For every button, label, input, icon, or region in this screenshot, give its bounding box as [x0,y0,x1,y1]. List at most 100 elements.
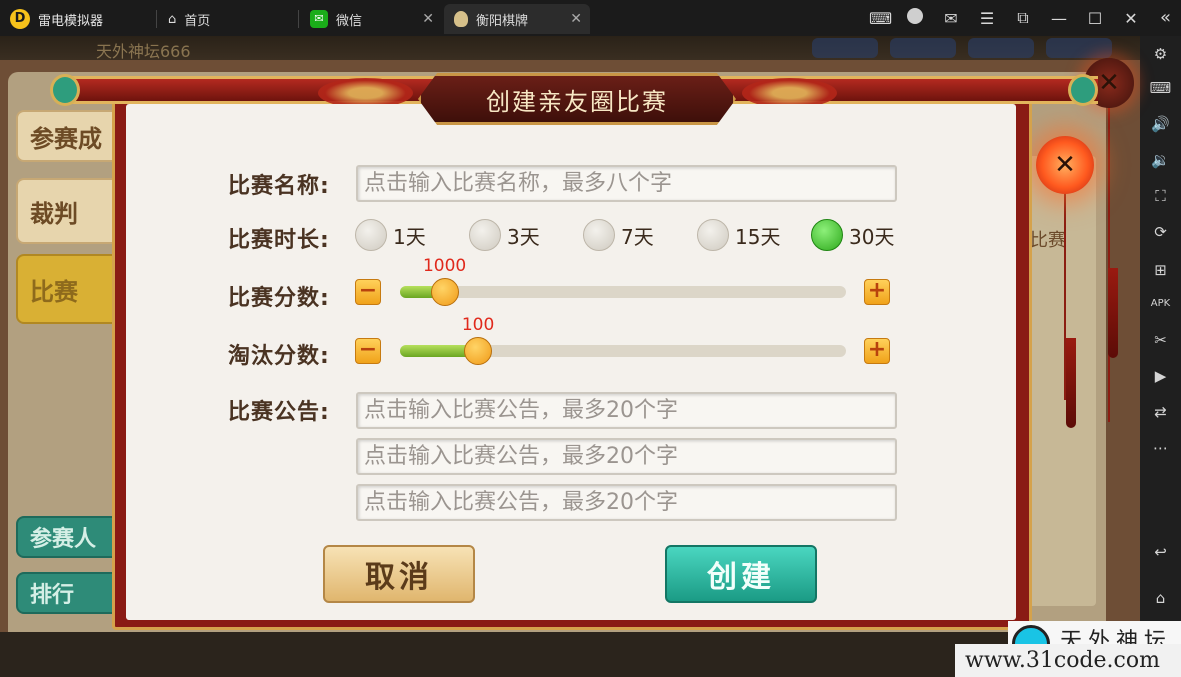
volume-up-icon[interactable]: 🔊 [1140,110,1181,138]
elimination-decrease-button[interactable]: − [355,338,381,364]
restore-window-icon[interactable]: ⧉ [1013,8,1033,28]
settings-gear-icon[interactable]: ⚙ [1140,40,1181,68]
duration-option-30-days[interactable]: 30天 [811,219,894,251]
window-controls: ⌨ ✉ ☰ ⧉ — ☐ ✕ [869,8,1141,28]
radio-button[interactable] [811,219,843,251]
bg-button-label: 排行 [30,583,75,608]
close-tab-icon[interactable]: ✕ [570,11,582,27]
lantern-tassel [1066,338,1076,428]
tab-label: 首页 [184,13,211,29]
keyboard-icon[interactable]: ⌨ [1140,74,1181,102]
bg-right-panel [1024,156,1096,606]
elimination-value: 100 [461,315,495,335]
score-value: 1000 [422,256,467,276]
bg-button-label: 参赛成 [30,124,102,153]
bg-right-tab: 比赛 [1030,230,1066,251]
match-name-input[interactable] [356,165,897,202]
elimination-increase-button[interactable]: + [864,338,890,364]
emulator-sidebar: ⚙ ⌨ 🔊 🔉 ⛶ ⟳ ⊞ APK ✂ ▶ ⇄ ⋯ ↩ ⌂ [1140,36,1181,677]
tab-wechat[interactable]: ✉ 微信 ✕ [300,4,442,34]
close-x-icon: ✕ [1054,150,1076,180]
sync-icon[interactable]: ⇄ [1140,398,1181,426]
hud-slot [968,38,1034,58]
bg-button-label: 参赛人 [30,527,97,552]
rotate-icon[interactable]: ⟳ [1140,218,1181,246]
notice-input-line-1[interactable] [356,392,897,429]
game-icon [454,11,468,27]
record-video-icon[interactable]: ▶ [1140,362,1181,390]
hud-slot [812,38,878,58]
apk-install-icon[interactable]: APK [1140,290,1181,318]
scroll-rod-end-right [1068,74,1098,106]
create-button[interactable]: 创建 [665,545,817,603]
match-score-label: 比赛分数: [228,286,330,311]
more-options-icon[interactable]: ⋯ [1140,434,1181,462]
tab-label: 微信 [336,13,363,29]
game-top-bar: 天外神坛666 [0,36,1140,62]
radio-button[interactable] [469,219,501,251]
elimination-slider-handle[interactable] [464,337,493,365]
tab-hengyang-game[interactable]: 衡阳棋牌 ✕ [444,4,590,34]
emulator-logo-icon: D [10,9,30,29]
close-x-icon: ✕ [1098,68,1120,98]
close-dialog-lantern-button[interactable]: ✕ [1036,136,1094,194]
notice-input-line-2[interactable] [356,438,897,475]
elimination-score-label: 淘汰分数: [228,344,330,369]
close-tab-icon[interactable]: ✕ [422,11,434,27]
maximize-icon[interactable]: ☐ [1085,9,1105,28]
match-duration-label: 比赛时长: [228,228,330,253]
tab-home[interactable]: ⌂ 首页 [158,4,298,34]
app-brand: D 雷电模拟器 [10,9,103,29]
score-increase-button[interactable]: + [864,279,890,305]
elimination-slider-track[interactable]: 100 [400,315,846,365]
radio-button[interactable] [583,219,615,251]
bg-button-label: 比赛 [30,277,78,306]
tab-divider [298,10,299,28]
back-icon[interactable]: ↩ [1140,538,1181,566]
tab-divider [156,10,157,28]
cancel-button[interactable]: 取消 [323,545,475,603]
app-name: 雷电模拟器 [38,13,104,29]
hud-slot [1046,38,1112,58]
duration-option-7-days[interactable]: 7天 [583,219,654,251]
radio-button[interactable] [355,219,387,251]
emulator-title-bar: D 雷电模拟器 ⌂ 首页 ✉ 微信 ✕ 衡阳棋牌 ✕ ⌨ ✉ ☰ ⧉ — ☐ ✕… [0,0,1181,36]
minimize-icon[interactable]: — [1049,9,1069,28]
fullscreen-icon[interactable]: ⛶ [1140,182,1181,210]
add-app-icon[interactable]: ⊞ [1140,256,1181,284]
radio-button[interactable] [697,219,729,251]
tab-label: 衡阳棋牌 [476,13,529,29]
radio-label: 1天 [393,224,426,249]
radio-label: 3天 [507,224,540,249]
home-icon: ⌂ [168,11,177,27]
radio-label: 7天 [621,224,654,249]
gamepad-icon[interactable]: ⌨ [869,9,892,28]
wechat-icon: ✉ [310,10,328,28]
match-name-label: 比赛名称: [228,174,330,199]
mail-icon[interactable]: ✉ [941,9,961,28]
duration-option-15-days[interactable]: 15天 [697,219,780,251]
score-slider-track[interactable]: 1000 [400,256,846,306]
screenshot-scissors-icon[interactable]: ✂ [1140,326,1181,354]
lantern-tassel [1108,268,1118,358]
score-slider-handle[interactable] [430,278,459,306]
account-icon[interactable] [905,8,925,28]
volume-down-icon[interactable]: 🔉 [1140,146,1181,174]
duration-option-3-days[interactable]: 3天 [469,219,540,251]
collapse-sidebar-icon[interactable]: « [1160,7,1171,28]
scroll-rod-end-left [50,74,80,106]
close-window-icon[interactable]: ✕ [1121,9,1141,28]
club-name: 天外神坛666 [96,42,191,61]
home-button-icon[interactable]: ⌂ [1140,584,1181,612]
score-decrease-button[interactable]: − [355,279,381,305]
match-notice-label: 比赛公告: [228,400,330,425]
menu-icon[interactable]: ☰ [977,9,997,28]
hud-slot [890,38,956,58]
watermark-url: www.31code.com [955,644,1181,677]
notice-input-line-3[interactable] [356,484,897,521]
dialog-title: 创建亲友圈比赛 [486,87,668,116]
lantern-string [1108,62,1110,422]
duration-option-1-day[interactable]: 1天 [355,219,426,251]
dialog-title-plaque: 创建亲友圈比赛 [418,73,736,125]
bg-button-label: 裁判 [30,199,78,228]
